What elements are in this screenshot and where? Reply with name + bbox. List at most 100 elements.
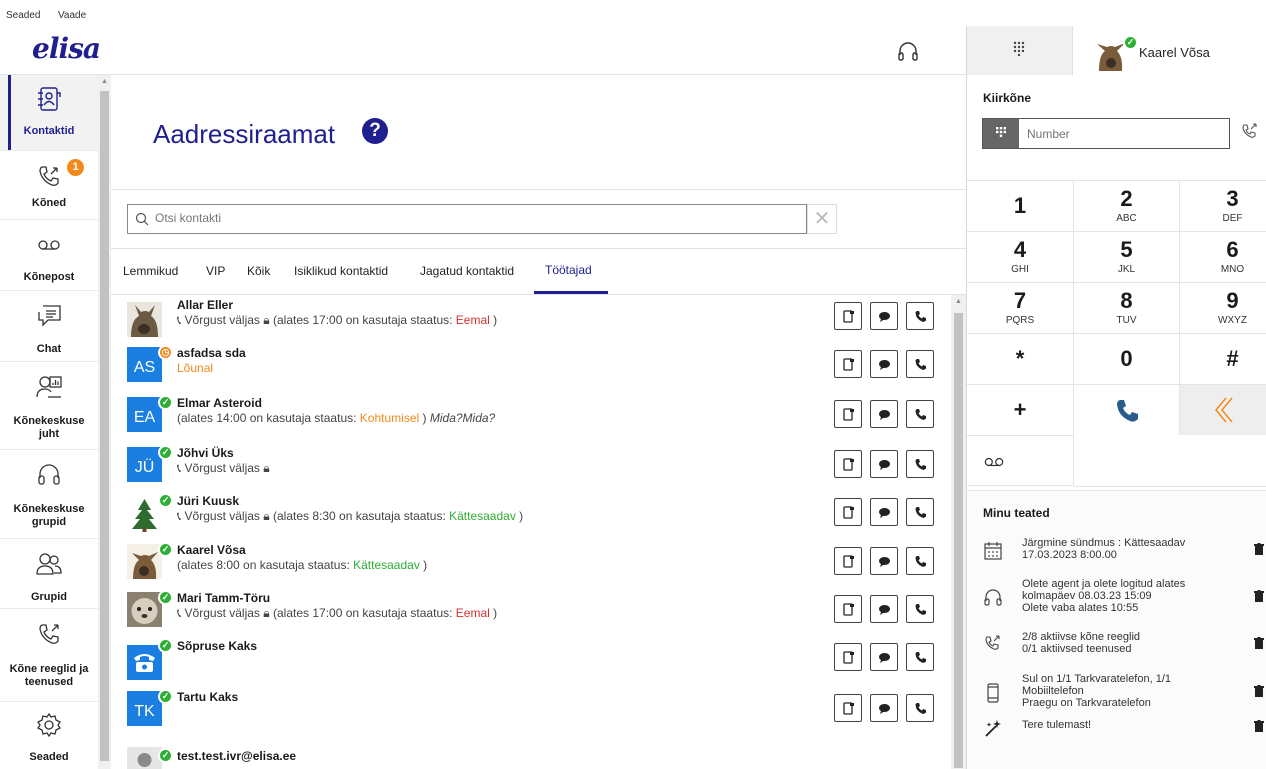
backspace-button[interactable] (1180, 384, 1266, 435)
key-9[interactable]: 9 WXYZ (1180, 282, 1266, 333)
key-4[interactable]: 4 GHI (967, 231, 1074, 282)
call-button[interactable] (906, 302, 934, 330)
sidebar-item-voicemail[interactable]: Kõnepost (0, 220, 98, 291)
top-bar (0, 26, 966, 75)
select-device-button[interactable] (834, 547, 862, 575)
key-star[interactable]: * (967, 333, 1074, 384)
divider (1074, 486, 1266, 487)
tab-favorites[interactable]: Lemmikud (123, 264, 178, 278)
menu-bar: Seaded Vaade (0, 0, 1266, 26)
key-8[interactable]: 8 TUV (1074, 282, 1180, 333)
key-6[interactable]: 6 MNO (1180, 231, 1266, 282)
send-message-button[interactable] (870, 302, 898, 330)
sidebar-scrollbar[interactable]: ▲ (98, 75, 111, 769)
tab-shared-contacts[interactable]: Jagatud kontaktid (420, 264, 514, 278)
phone-icon (915, 459, 926, 470)
select-device-button[interactable] (834, 694, 862, 722)
call-button[interactable] (906, 450, 934, 478)
send-message-button[interactable] (870, 643, 898, 671)
call-button[interactable] (906, 350, 934, 378)
key-3[interactable]: 3 DEF (1180, 180, 1266, 231)
divider (111, 248, 966, 249)
contact-name: test.test.ivr@elisa.ee (177, 749, 297, 763)
dial-voicemail-button[interactable] (967, 435, 1074, 486)
tab-personal-contacts[interactable]: Isiklikud kontaktid (294, 264, 388, 278)
contact-name: Kaarel Võsa (177, 543, 246, 557)
call-button[interactable] (906, 643, 934, 671)
dialpad-toggle-button[interactable] (967, 26, 1073, 75)
call-button[interactable] (906, 694, 934, 722)
key-5[interactable]: 5 JKL (1074, 231, 1180, 282)
scrollbar-thumb[interactable] (954, 313, 963, 768)
menu-view[interactable]: Vaade (58, 10, 86, 21)
select-device-button[interactable] (834, 350, 862, 378)
sidebar-item-contacts[interactable]: Kontaktid (0, 75, 98, 151)
select-device-button[interactable] (834, 643, 862, 671)
dialpad-icon (1013, 41, 1025, 57)
send-message-button[interactable] (870, 350, 898, 378)
select-device-button[interactable] (834, 595, 862, 623)
key-digit: 2 (1120, 186, 1133, 211)
call-button[interactable] (906, 595, 934, 623)
tab-employees[interactable]: Töötajad (545, 263, 592, 277)
send-message-button[interactable] (870, 498, 898, 526)
trash-icon[interactable] (1254, 543, 1264, 555)
scrollbar-thumb[interactable] (100, 91, 109, 761)
contact-actions-column (825, 295, 951, 769)
sidebar-item-chat[interactable]: Chat (0, 291, 98, 362)
key-7[interactable]: 7 PQRS (967, 282, 1074, 333)
notification-line: 17.03.2023 8:00.00 (1022, 549, 1117, 561)
call-button[interactable] (906, 498, 934, 526)
key-0[interactable]: 0 (1074, 333, 1180, 384)
send-message-button[interactable] (870, 595, 898, 623)
notification-line: Mobiiltelefon (1022, 685, 1084, 697)
select-device-button[interactable] (834, 400, 862, 428)
contact-list-scrollbar[interactable]: ▲ (951, 295, 966, 769)
clear-search-button[interactable]: ✕ (807, 204, 837, 234)
trash-icon[interactable] (1254, 685, 1264, 697)
send-message-button[interactable] (870, 450, 898, 478)
menu-settings[interactable]: Seaded (6, 10, 40, 21)
send-message-button[interactable] (870, 400, 898, 428)
current-user[interactable]: ✓ Kaarel Võsa (1073, 26, 1266, 75)
key-hash[interactable]: # (1180, 333, 1266, 384)
tab-vip[interactable]: VIP (206, 264, 225, 278)
tab-all[interactable]: Kõik (247, 264, 270, 278)
contact-status: 📞︎ Võrgust väljas 🔒︎ (alates 8:30 on kas… (177, 509, 524, 523)
sidebar-item-callcenter-manager[interactable]: Kõnekeskuse juht (0, 362, 98, 450)
status-available-icon: ✓ (158, 445, 173, 460)
key-plus[interactable]: + (967, 384, 1074, 435)
elisa-logo[interactable]: elisa (32, 32, 101, 65)
sidebar-item-settings[interactable]: Seaded (0, 702, 98, 769)
sidebar-item-calls[interactable]: 1 Kõned (0, 151, 98, 220)
keypad-toggle[interactable] (983, 119, 1019, 148)
sidebar-item-callcenter-groups[interactable]: Kõnekeskuse grupid (0, 450, 98, 539)
device-icon (843, 310, 854, 323)
send-message-button[interactable] (870, 547, 898, 575)
number-input[interactable] (1027, 127, 1217, 141)
scroll-up-arrow[interactable]: ▲ (955, 298, 962, 305)
select-device-button[interactable] (834, 302, 862, 330)
trash-icon[interactable] (1254, 590, 1264, 602)
search-input[interactable] (155, 211, 795, 225)
help-icon[interactable]: ? (362, 118, 388, 144)
trash-icon[interactable] (1254, 637, 1264, 649)
sidebar-item-groups[interactable]: Grupid (0, 539, 98, 609)
trash-icon[interactable] (1254, 720, 1264, 732)
send-message-button[interactable] (870, 694, 898, 722)
select-device-button[interactable] (834, 450, 862, 478)
headset-icon[interactable] (897, 40, 919, 64)
device-icon (843, 603, 854, 616)
select-device-button[interactable] (834, 498, 862, 526)
notification-line: Olete agent ja olete logitud alates (1022, 578, 1186, 590)
outgoing-call-icon[interactable] (1240, 122, 1258, 140)
key-1[interactable]: 1 (967, 180, 1074, 231)
key-letters: WXYZ (1218, 315, 1247, 326)
call-button[interactable] (906, 547, 934, 575)
scroll-up-arrow[interactable]: ▲ (101, 78, 108, 85)
key-2[interactable]: 2 ABC (1074, 180, 1180, 231)
sidebar-item-label: Seaded (29, 751, 69, 763)
call-button[interactable] (906, 400, 934, 428)
dial-call-button[interactable] (1074, 384, 1180, 435)
sidebar-item-call-rules[interactable]: Kõne reeglid ja teenused (0, 609, 98, 702)
